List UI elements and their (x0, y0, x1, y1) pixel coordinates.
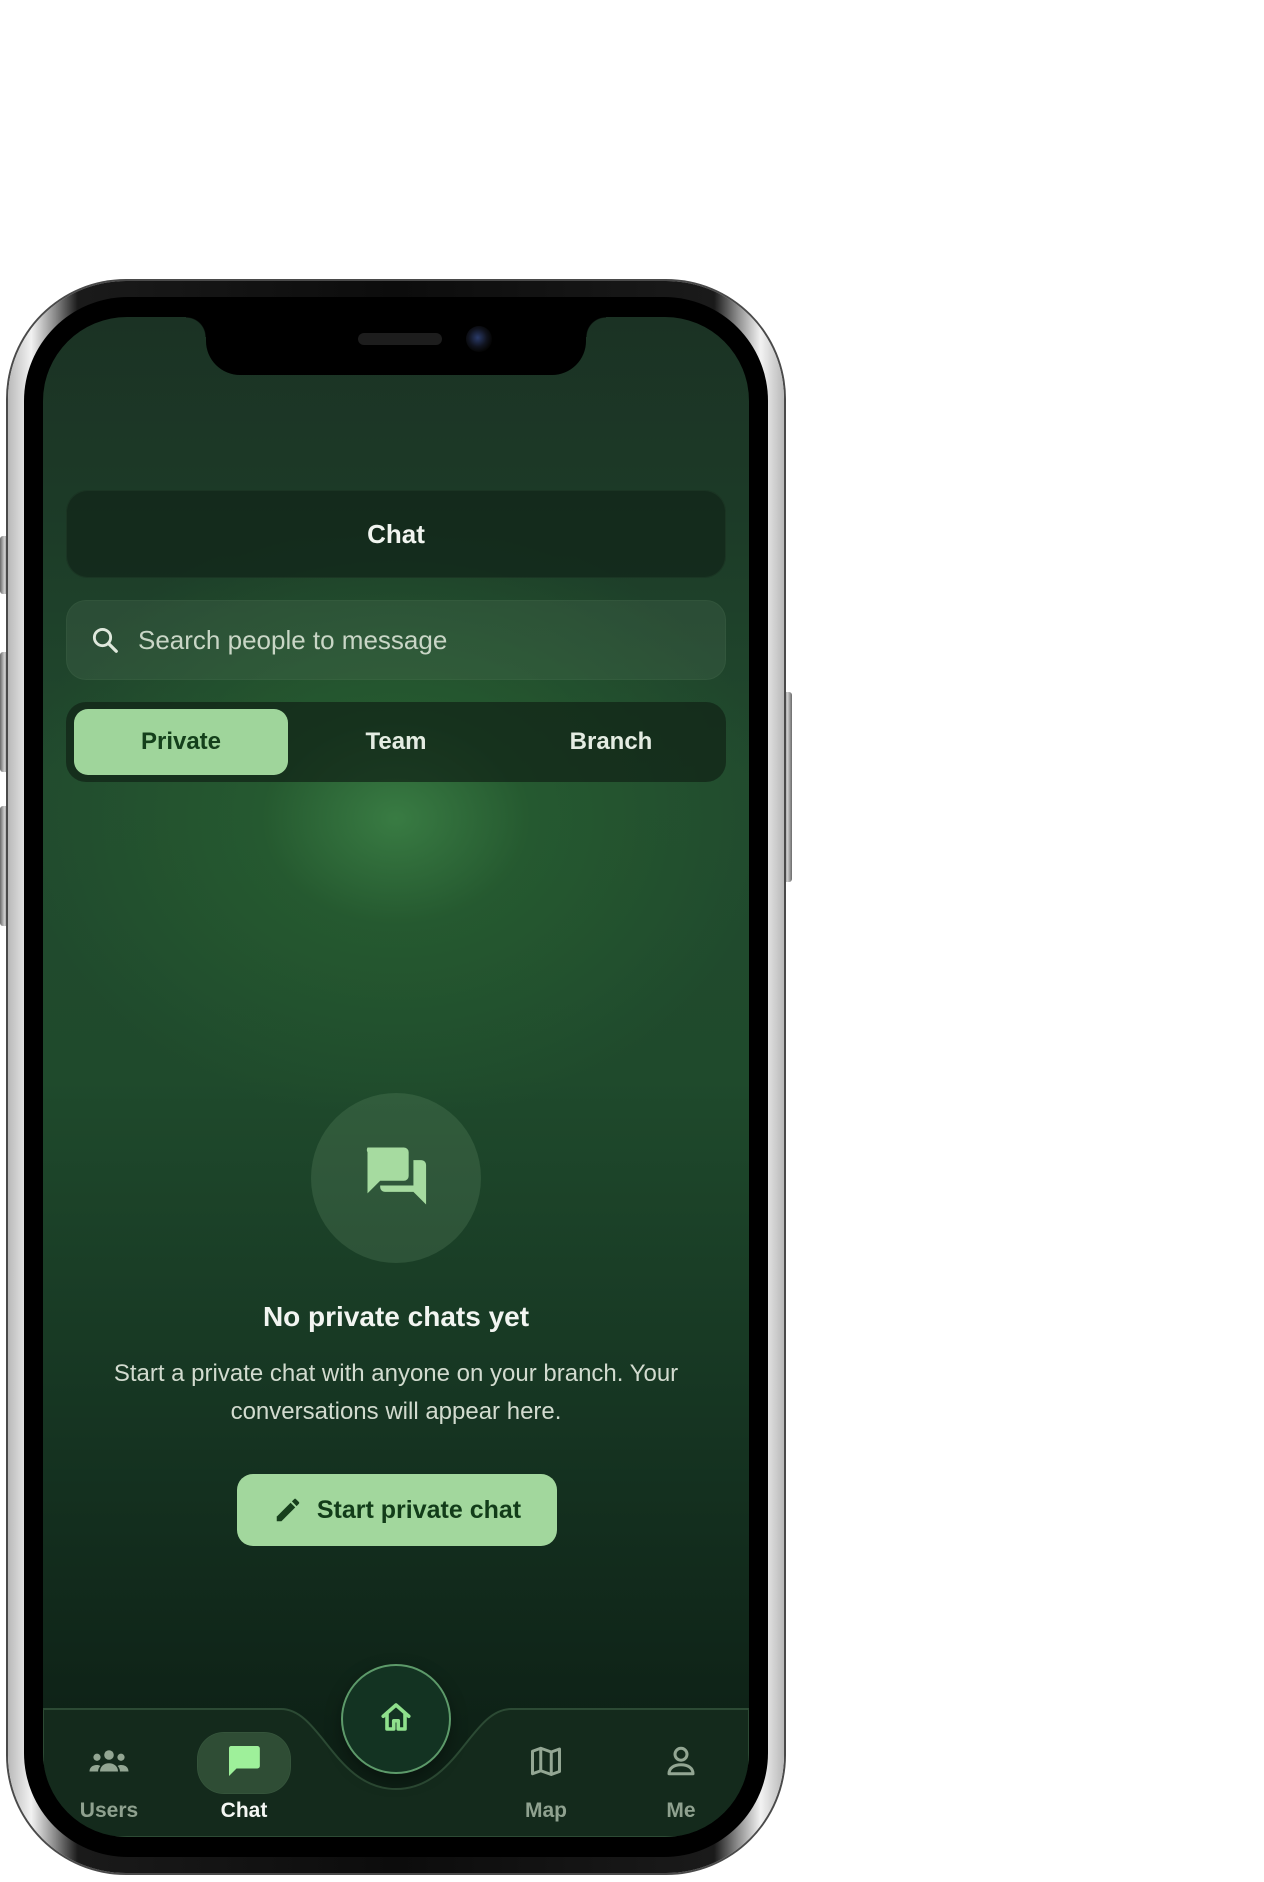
chat-type-tabs: Private Team Branch (66, 702, 726, 782)
empty-state-icon-circle (311, 1093, 481, 1263)
speaker-grille (358, 333, 442, 345)
search-input[interactable] (136, 623, 700, 657)
nav-label-users: Users (79, 1799, 139, 1822)
empty-state-description: Start a private chat with anyone on your… (113, 1360, 679, 1425)
nav-me-icon-wrap (635, 1733, 727, 1793)
map-icon (528, 1743, 564, 1784)
phone-notch (186, 317, 606, 375)
tab-team[interactable]: Team (289, 709, 503, 775)
nav-label-chat: Chat (220, 1799, 268, 1822)
home-icon (378, 1699, 414, 1740)
start-private-chat-label: Start private chat (316, 1495, 522, 1524)
nav-label-me: Me (666, 1799, 696, 1822)
nav-map-icon-wrap (500, 1733, 592, 1793)
home-button[interactable] (343, 1666, 449, 1772)
person-icon (663, 1743, 699, 1784)
search-icon (90, 625, 120, 655)
tab-private[interactable]: Private (74, 709, 288, 775)
nav-item-users[interactable]: Users (49, 1733, 169, 1833)
front-camera (466, 326, 492, 352)
nav-item-map[interactable]: Map (486, 1733, 606, 1833)
users-icon (88, 1746, 130, 1781)
empty-state-title: No private chats yet (262, 1301, 530, 1332)
header-bar: Chat (66, 490, 726, 578)
start-private-chat-button[interactable]: Start private chat (237, 1474, 557, 1546)
tab-branch[interactable]: Branch (504, 709, 718, 775)
nav-label-map: Map (525, 1799, 567, 1822)
search-bar[interactable] (66, 600, 726, 680)
page-title: Chat (367, 518, 425, 549)
phone-power-button (783, 692, 792, 882)
nav-item-me[interactable]: Me (621, 1733, 741, 1833)
phone-screen: Chat Private Team Branch (43, 317, 749, 1837)
nav-item-chat[interactable]: Chat (184, 1733, 304, 1833)
pencil-icon (273, 1495, 303, 1525)
stage: Chat Private Team Branch (0, 0, 1264, 1882)
nav-users-icon-wrap (63, 1733, 155, 1793)
nav-chat-icon-wrap (198, 1733, 290, 1793)
forum-icon (358, 1138, 434, 1219)
chat-icon (224, 1741, 264, 1786)
